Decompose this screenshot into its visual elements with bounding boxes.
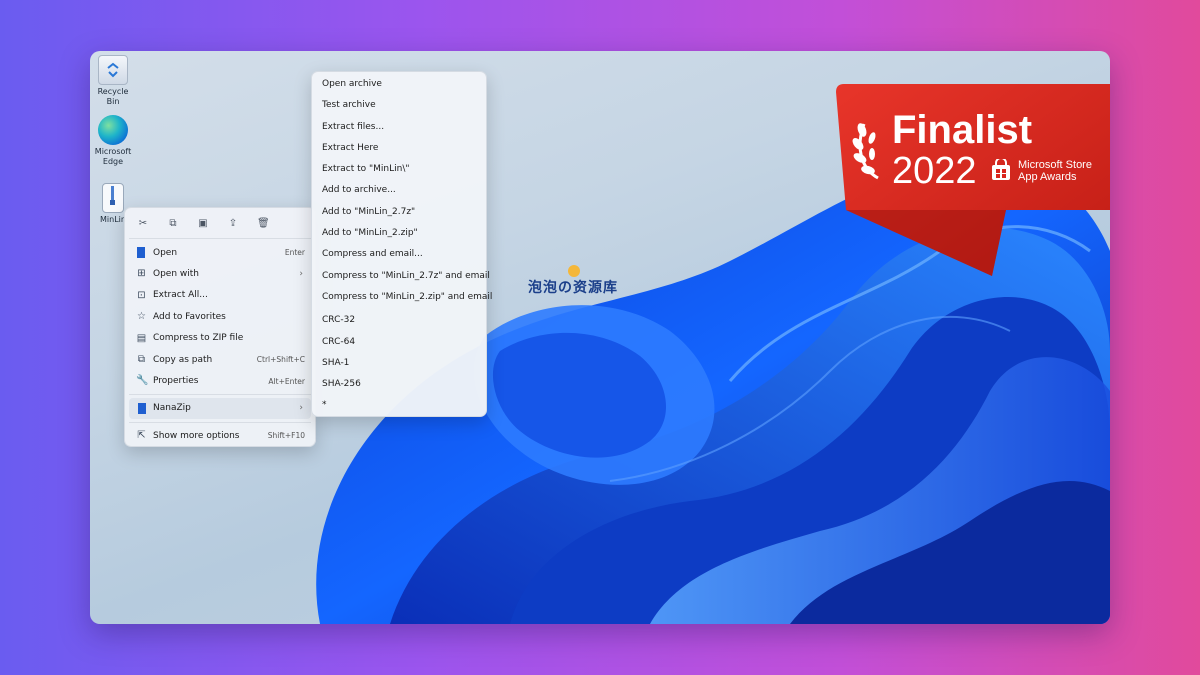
desktop-icon-label: Recycle Bin [97, 87, 129, 106]
menu-item-label: Show more options [153, 430, 240, 441]
open-with-icon: ⊞ [137, 268, 146, 280]
menu-item-copy-as-path[interactable]: ⧉ Copy as path Ctrl+Shift+C [125, 349, 315, 370]
zip-file-icon [102, 183, 124, 213]
divider [129, 393, 311, 395]
context-menu-toolbar: ✂ ⧉ ▣ ⇪ 🗑 [125, 208, 315, 238]
watermark-text: 泡泡の资源库 [528, 280, 618, 296]
star-icon: ☆ [137, 311, 146, 323]
submenu-item-add-to-archive[interactable]: Add to archive... [312, 180, 486, 201]
desktop-screen: Recycle Bin Microsoft Edge MinLin 泡泡の资源库… [90, 51, 1110, 624]
submenu-item-crc64[interactable]: CRC-64 [312, 332, 486, 353]
shortcut-label: Enter [284, 248, 305, 258]
submenu-item-all-hashes[interactable]: * [312, 395, 486, 416]
laurel-icon [852, 123, 879, 180]
submenu-item-compress-7z-email[interactable]: Compress to "MinLin_2.7z" and email [312, 266, 490, 287]
copy-icon[interactable]: ⧉ [167, 218, 179, 230]
menu-item-label: Extract All... [153, 290, 208, 301]
submenu-item-extract-files[interactable]: Extract files... [312, 117, 486, 138]
submenu-item-sha256[interactable]: SHA-256 [312, 374, 486, 395]
menu-item-nanazip[interactable]: NanaZip › [129, 397, 311, 420]
shortcut-label: Ctrl+Shift+C [256, 355, 305, 365]
menu-item-open[interactable]: Open Enter [125, 242, 315, 263]
cut-icon[interactable]: ✂ [137, 218, 149, 230]
chevron-right-icon: › [299, 269, 303, 280]
badge-title: Finalist [892, 108, 1033, 152]
badge-year: 2022 [892, 150, 977, 192]
menu-item-label: Add to Favorites [153, 311, 226, 322]
submenu-item-compress-zip-email[interactable]: Compress to "MinLin_2.zip" and email [312, 287, 492, 308]
nanazip-submenu: Open archive Test archive Extract files.… [311, 71, 492, 417]
share-icon[interactable]: ⇪ [227, 218, 239, 230]
menu-item-extract-all[interactable]: ⊡ Extract All... [125, 285, 315, 306]
submenu-item-sha1[interactable]: SHA-1 [312, 353, 486, 374]
wrench-icon: 🔧 [136, 375, 149, 387]
submenu-item-extract-here[interactable]: Extract Here [312, 138, 486, 159]
rename-icon[interactable]: ▣ [197, 218, 209, 230]
menu-item-open-with[interactable]: ⊞ Open with › [125, 263, 315, 284]
submenu-item-extract-to-folder[interactable]: Extract to "MinLin\" [312, 159, 486, 180]
more-options-icon: ⇱ [137, 430, 146, 442]
edge-icon [98, 115, 128, 145]
copy-path-icon: ⧉ [137, 353, 146, 365]
menu-item-properties[interactable]: 🔧 Properties Alt+Enter [125, 370, 315, 391]
shortcut-label: Alt+Enter [268, 376, 305, 386]
submenu-item-test-archive[interactable]: Test archive [312, 95, 486, 116]
menu-item-label: Copy as path [153, 354, 213, 365]
desktop-icon-recycle-bin[interactable]: Recycle Bin [90, 55, 136, 107]
delete-icon[interactable]: 🗑 [257, 218, 270, 230]
menu-item-label: NanaZip [153, 403, 191, 414]
chevron-right-icon: › [299, 403, 303, 414]
menu-item-show-more-options[interactable]: ⇱ Show more options Shift+F10 [125, 425, 315, 446]
submenu-item-crc32[interactable]: CRC-32 [312, 310, 486, 331]
watermark: 泡泡の资源库 [528, 265, 618, 297]
submenu-item-compress-and-email[interactable]: Compress and email... [312, 244, 486, 265]
menu-item-label: Properties [153, 376, 199, 387]
zip-icon: ▤ [136, 332, 147, 344]
menu-item-add-to-favorites[interactable]: ☆ Add to Favorites [125, 306, 315, 327]
menu-item-label: Open with [153, 269, 199, 280]
submenu-item-open-archive[interactable]: Open archive [312, 74, 486, 95]
shortcut-label: Shift+F10 [267, 431, 305, 441]
nanazip-icon [137, 247, 145, 258]
badge-line-2: App Awards [1018, 171, 1077, 183]
menu-item-compress-zip[interactable]: ▤ Compress to ZIP file [125, 328, 315, 349]
submenu-item-add-to-7z[interactable]: Add to "MinLin_2.7z" [312, 202, 486, 223]
desktop-icon-label: Microsoft Edge [94, 147, 132, 166]
recycle-bin-icon [98, 55, 128, 85]
context-menu: ✂ ⧉ ▣ ⇪ 🗑 Open Enter ⊞ Open with › ⊡ Ext… [124, 207, 316, 447]
nanazip-icon [138, 402, 146, 414]
divider [129, 422, 311, 424]
desktop-icon-edge[interactable]: Microsoft Edge [90, 115, 136, 167]
finalist-badge: Finalist 2022 Microsoft Store App Awards [836, 84, 1110, 276]
extract-icon: ⊡ [137, 289, 146, 301]
microsoft-store-icon [992, 159, 1010, 180]
badge-line-1: Microsoft Store [1018, 159, 1092, 171]
menu-item-label: Open [153, 247, 178, 258]
sun-icon [568, 265, 580, 277]
submenu-item-add-to-zip[interactable]: Add to "MinLin_2.zip" [312, 223, 486, 244]
menu-item-label: Compress to ZIP file [153, 333, 244, 344]
